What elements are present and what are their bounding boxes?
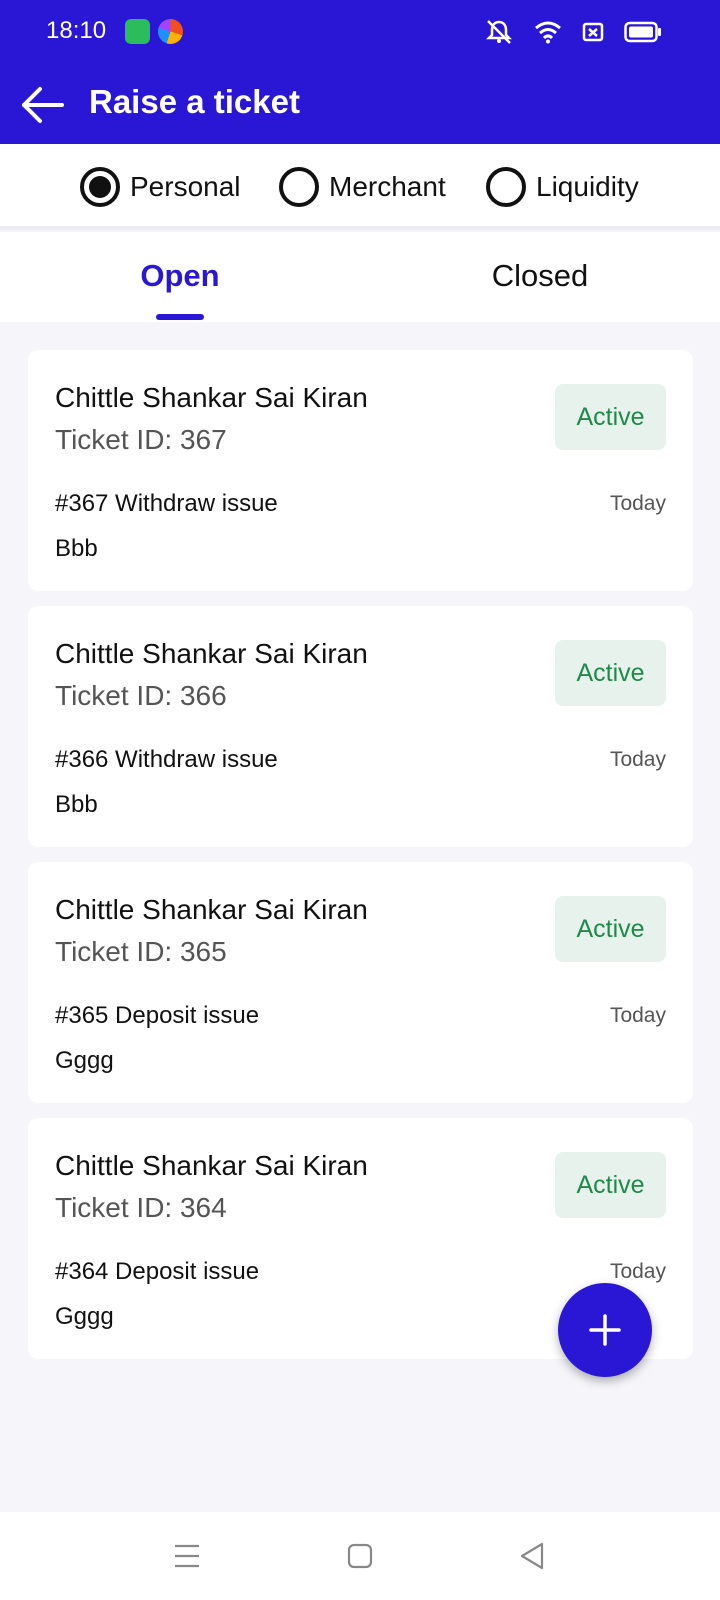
- radio-liquidity[interactable]: Liquidity: [486, 166, 639, 208]
- tab-open[interactable]: Open: [0, 232, 360, 322]
- ticket-subject: #365 Deposit issue: [55, 1002, 260, 1029]
- system-nav-bar: [0, 1512, 720, 1600]
- ticket-date: Today: [609, 492, 666, 515]
- radio-label: Liquidity: [536, 171, 639, 202]
- status-icons: [484, 17, 662, 47]
- ticket-tabs: Open Closed: [0, 232, 720, 322]
- radio-label: Personal: [130, 171, 241, 202]
- radio-unchecked-icon: [279, 167, 319, 207]
- nav-back-button[interactable]: [510, 1534, 554, 1578]
- ticket-subject: #367 Withdraw issue: [55, 490, 278, 517]
- back-arrow-icon: [22, 87, 64, 123]
- mute-icon: [485, 20, 513, 44]
- battery-icon: [624, 21, 661, 43]
- active-tab-indicator: [156, 314, 204, 320]
- ticket-description: Bbb: [55, 535, 98, 562]
- ticket-id: Ticket ID: 365: [55, 936, 227, 967]
- account-type-selector: Personal Merchant Liquidity: [0, 144, 720, 230]
- browser-icon: [158, 19, 183, 44]
- home-icon: [347, 1543, 373, 1569]
- radio-personal[interactable]: Personal: [80, 166, 241, 208]
- ticket-card[interactable]: Chittle Shankar Sai Kiran Ticket ID: 366…: [28, 606, 693, 847]
- status-time: 18:10: [46, 17, 107, 44]
- ticket-owner-name: Chittle Shankar Sai Kiran: [55, 382, 368, 413]
- ticket-subject: #364 Deposit issue: [55, 1258, 260, 1285]
- ticket-owner-name: Chittle Shankar Sai Kiran: [55, 1150, 368, 1181]
- ticket-date: Today: [609, 1260, 666, 1283]
- status-badge: Active: [555, 1152, 666, 1218]
- tab-label: Open: [140, 258, 220, 293]
- radio-merchant[interactable]: Merchant: [279, 166, 446, 208]
- status-badge: Active: [555, 640, 666, 706]
- ticket-id: Ticket ID: 364: [55, 1192, 227, 1223]
- menu-icon: [175, 1544, 199, 1568]
- nav-menu-button[interactable]: [165, 1534, 209, 1578]
- ticket-list: Chittle Shankar Sai Kiran Ticket ID: 367…: [28, 350, 693, 1374]
- radio-checked-icon: [80, 167, 120, 207]
- ticket-owner-name: Chittle Shankar Sai Kiran: [55, 894, 368, 925]
- ticket-owner-name: Chittle Shankar Sai Kiran: [55, 638, 368, 669]
- ticket-date: Today: [609, 748, 666, 771]
- add-ticket-button[interactable]: [558, 1283, 652, 1377]
- radio-label: Merchant: [329, 171, 446, 202]
- wifi-icon: [535, 21, 561, 44]
- status-badge: Active: [555, 896, 666, 962]
- status-bar: 18:10: [0, 0, 720, 64]
- ticket-subject: #366 Withdraw issue: [55, 746, 278, 773]
- green-app-icon: [125, 19, 150, 44]
- back-icon: [520, 1542, 544, 1570]
- ticket-description: Bbb: [55, 791, 98, 818]
- ticket-description: Gggg: [55, 1047, 114, 1074]
- ticket-description: Gggg: [55, 1303, 114, 1330]
- ticket-id: Ticket ID: 366: [55, 680, 227, 711]
- tab-label: Closed: [491, 258, 589, 293]
- ticket-id: Ticket ID: 367: [55, 424, 227, 455]
- app-bar: Raise a ticket: [0, 64, 720, 144]
- ticket-date: Today: [609, 1004, 666, 1027]
- ticket-card[interactable]: Chittle Shankar Sai Kiran Ticket ID: 365…: [28, 862, 693, 1103]
- page-title: Raise a ticket: [89, 83, 300, 120]
- ticket-card[interactable]: Chittle Shankar Sai Kiran Ticket ID: 367…: [28, 350, 693, 591]
- radio-unchecked-icon: [486, 167, 526, 207]
- back-button[interactable]: [20, 82, 66, 128]
- sim-icon: [582, 22, 604, 42]
- tab-closed[interactable]: Closed: [360, 232, 720, 322]
- status-badge: Active: [555, 384, 666, 450]
- plus-icon: [589, 1314, 621, 1346]
- nav-home-button[interactable]: [338, 1534, 382, 1578]
